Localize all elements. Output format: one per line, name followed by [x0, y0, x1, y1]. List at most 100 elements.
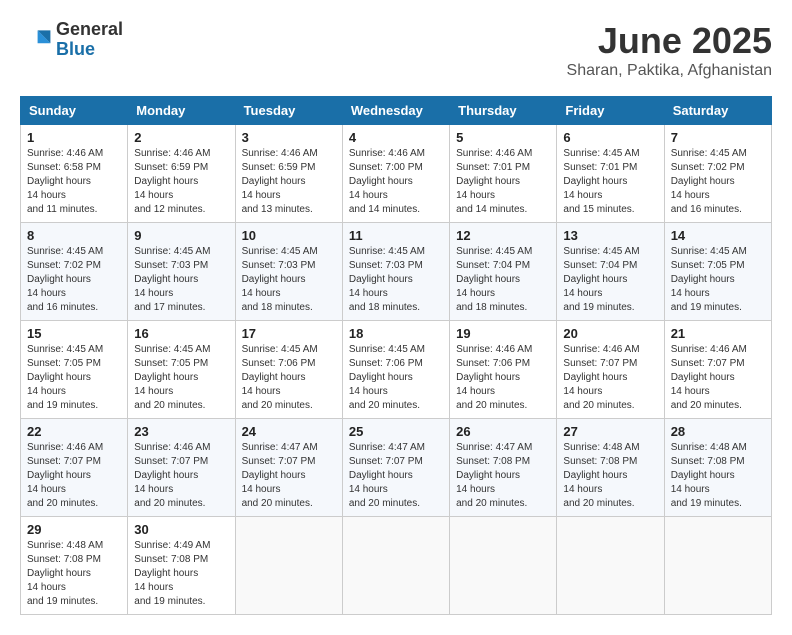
col-header-friday: Friday — [557, 97, 664, 125]
page-header: General Blue June 2025 Sharan, Paktika, … — [20, 20, 772, 80]
day-info: Sunrise: 4:46 AMSunset: 7:07 PMDaylight … — [134, 441, 228, 511]
day-number: 27 — [563, 424, 657, 439]
calendar-cell: 13 Sunrise: 4:45 AMSunset: 7:04 PMDayligh… — [557, 223, 664, 321]
calendar-cell: 25 Sunrise: 4:47 AMSunset: 7:07 PMDayligh… — [342, 419, 449, 517]
calendar-cell: 29Sunrise: 4:48 AMSunset: 7:08 PMDayligh… — [21, 517, 128, 615]
month-title: June 2025 — [567, 20, 772, 62]
day-info: Sunrise: 4:45 AMSunset: 7:04 PMDaylight … — [563, 245, 657, 315]
day-number: 14 — [671, 228, 765, 243]
calendar-cell — [235, 517, 342, 615]
calendar-cell: 1 Sunrise: 4:46 AMSunset: 6:58 PMDaylight… — [21, 125, 128, 223]
day-number: 11 — [349, 228, 443, 243]
calendar-cell: 9 Sunrise: 4:45 AMSunset: 7:03 PMDaylight… — [128, 223, 235, 321]
calendar-cell: 11 Sunrise: 4:45 AMSunset: 7:03 PMDayligh… — [342, 223, 449, 321]
day-number: 8 — [27, 228, 121, 243]
day-number: 24 — [242, 424, 336, 439]
day-info: Sunrise: 4:45 AMSunset: 7:04 PMDaylight … — [456, 245, 550, 315]
logo-icon — [20, 24, 52, 56]
day-info: Sunrise: 4:47 AMSunset: 7:08 PMDaylight … — [456, 441, 550, 511]
day-number: 15 — [27, 326, 121, 341]
calendar-week-3: 15 Sunrise: 4:45 AMSunset: 7:05 PMDayligh… — [21, 321, 772, 419]
day-info: Sunrise: 4:45 AMSunset: 7:06 PMDaylight … — [242, 343, 336, 413]
location-title: Sharan, Paktika, Afghanistan — [567, 62, 772, 80]
day-number: 28 — [671, 424, 765, 439]
day-info: Sunrise: 4:45 AMSunset: 7:06 PMDaylight … — [349, 343, 443, 413]
day-number: 22 — [27, 424, 121, 439]
calendar-cell — [342, 517, 449, 615]
calendar-cell: 10 Sunrise: 4:45 AMSunset: 7:03 PMDayligh… — [235, 223, 342, 321]
calendar-cell: 12Sunrise: 4:45 AMSunset: 7:04 PMDayligh… — [450, 223, 557, 321]
logo-general-text: General — [56, 20, 123, 40]
day-number: 2 — [134, 130, 228, 145]
calendar-cell: 16 Sunrise: 4:45 AMSunset: 7:05 PMDayligh… — [128, 321, 235, 419]
day-number: 6 — [563, 130, 657, 145]
title-block: June 2025 Sharan, Paktika, Afghanistan — [567, 20, 772, 80]
day-info: Sunrise: 4:46 AMSunset: 7:07 PMDaylight … — [563, 343, 657, 413]
calendar-cell: 22 Sunrise: 4:46 AMSunset: 7:07 PMDayligh… — [21, 419, 128, 517]
calendar-cell: 18Sunrise: 4:45 AMSunset: 7:06 PMDayligh… — [342, 321, 449, 419]
day-number: 17 — [242, 326, 336, 341]
calendar-cell: 28 Sunrise: 4:48 AMSunset: 7:08 PMDayligh… — [664, 419, 771, 517]
calendar-cell: 6 Sunrise: 4:45 AMSunset: 7:01 PMDaylight… — [557, 125, 664, 223]
day-number: 25 — [349, 424, 443, 439]
day-info: Sunrise: 4:48 AMSunset: 7:08 PMDaylight … — [27, 539, 121, 609]
logo-blue-text: Blue — [56, 40, 123, 60]
calendar-week-1: 1 Sunrise: 4:46 AMSunset: 6:58 PMDaylight… — [21, 125, 772, 223]
calendar-cell: 27 Sunrise: 4:48 AMSunset: 7:08 PMDayligh… — [557, 419, 664, 517]
calendar-cell: 30Sunrise: 4:49 AMSunset: 7:08 PMDayligh… — [128, 517, 235, 615]
calendar-cell: 24 Sunrise: 4:47 AMSunset: 7:07 PMDayligh… — [235, 419, 342, 517]
day-number: 4 — [349, 130, 443, 145]
day-info: Sunrise: 4:45 AMSunset: 7:03 PMDaylight … — [349, 245, 443, 315]
day-number: 21 — [671, 326, 765, 341]
day-number: 10 — [242, 228, 336, 243]
col-header-wednesday: Wednesday — [342, 97, 449, 125]
day-info: Sunrise: 4:48 AMSunset: 7:08 PMDaylight … — [563, 441, 657, 511]
calendar-cell — [557, 517, 664, 615]
calendar-week-2: 8Sunrise: 4:45 AMSunset: 7:02 PMDaylight… — [21, 223, 772, 321]
day-number: 9 — [134, 228, 228, 243]
day-number: 26 — [456, 424, 550, 439]
col-header-tuesday: Tuesday — [235, 97, 342, 125]
calendar-header-row: SundayMondayTuesdayWednesdayThursdayFrid… — [21, 97, 772, 125]
day-info: Sunrise: 4:46 AMSunset: 7:06 PMDaylight … — [456, 343, 550, 413]
day-number: 3 — [242, 130, 336, 145]
day-info: Sunrise: 4:45 AMSunset: 7:03 PMDaylight … — [134, 245, 228, 315]
day-number: 7 — [671, 130, 765, 145]
calendar-cell: 2 Sunrise: 4:46 AMSunset: 6:59 PMDaylight… — [128, 125, 235, 223]
day-info: Sunrise: 4:45 AMSunset: 7:05 PMDaylight … — [27, 343, 121, 413]
calendar-cell: 15 Sunrise: 4:45 AMSunset: 7:05 PMDayligh… — [21, 321, 128, 419]
calendar-cell: 23Sunrise: 4:46 AMSunset: 7:07 PMDayligh… — [128, 419, 235, 517]
calendar-cell: 17 Sunrise: 4:45 AMSunset: 7:06 PMDayligh… — [235, 321, 342, 419]
day-number: 19 — [456, 326, 550, 341]
col-header-monday: Monday — [128, 97, 235, 125]
day-number: 5 — [456, 130, 550, 145]
calendar-table: SundayMondayTuesdayWednesdayThursdayFrid… — [20, 96, 772, 615]
logo-text: General Blue — [56, 20, 123, 60]
calendar-cell: 8Sunrise: 4:45 AMSunset: 7:02 PMDaylight… — [21, 223, 128, 321]
day-info: Sunrise: 4:48 AMSunset: 7:08 PMDaylight … — [671, 441, 765, 511]
day-number: 20 — [563, 326, 657, 341]
calendar-cell: 7Sunrise: 4:45 AMSunset: 7:02 PMDaylight… — [664, 125, 771, 223]
day-number: 1 — [27, 130, 121, 145]
calendar-cell: 19 Sunrise: 4:46 AMSunset: 7:06 PMDayligh… — [450, 321, 557, 419]
day-number: 16 — [134, 326, 228, 341]
day-info: Sunrise: 4:45 AMSunset: 7:05 PMDaylight … — [134, 343, 228, 413]
day-info: Sunrise: 4:46 AMSunset: 6:58 PMDaylight … — [27, 147, 121, 217]
day-info: Sunrise: 4:45 AMSunset: 7:03 PMDaylight … — [242, 245, 336, 315]
day-number: 13 — [563, 228, 657, 243]
calendar-cell: 3Sunrise: 4:46 AMSunset: 6:59 PMDaylight… — [235, 125, 342, 223]
col-header-saturday: Saturday — [664, 97, 771, 125]
day-info: Sunrise: 4:46 AMSunset: 7:01 PMDaylight … — [456, 147, 550, 217]
calendar-cell: 14Sunrise: 4:45 AMSunset: 7:05 PMDayligh… — [664, 223, 771, 321]
day-info: Sunrise: 4:45 AMSunset: 7:01 PMDaylight … — [563, 147, 657, 217]
day-info: Sunrise: 4:47 AMSunset: 7:07 PMDaylight … — [349, 441, 443, 511]
day-info: Sunrise: 4:47 AMSunset: 7:07 PMDaylight … — [242, 441, 336, 511]
day-info: Sunrise: 4:46 AMSunset: 6:59 PMDaylight … — [134, 147, 228, 217]
day-info: Sunrise: 4:46 AMSunset: 7:07 PMDaylight … — [27, 441, 121, 511]
col-header-sunday: Sunday — [21, 97, 128, 125]
day-info: Sunrise: 4:46 AMSunset: 7:07 PMDaylight … — [671, 343, 765, 413]
calendar-cell: 20 Sunrise: 4:46 AMSunset: 7:07 PMDayligh… — [557, 321, 664, 419]
calendar-week-4: 22 Sunrise: 4:46 AMSunset: 7:07 PMDayligh… — [21, 419, 772, 517]
calendar-cell — [450, 517, 557, 615]
day-number: 30 — [134, 522, 228, 537]
